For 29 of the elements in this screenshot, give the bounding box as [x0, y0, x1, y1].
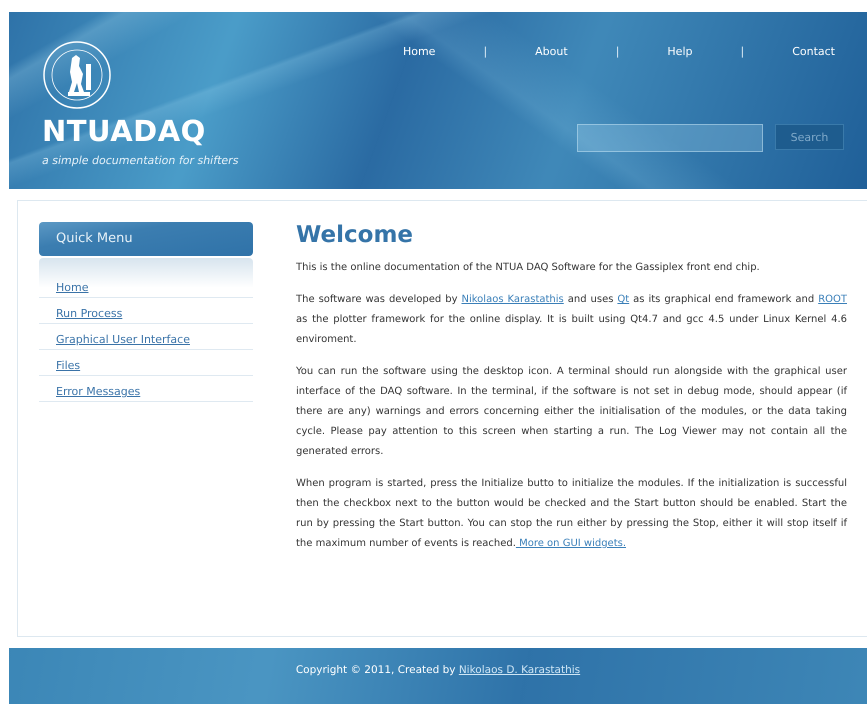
nav-link[interactable]: About [535, 45, 568, 58]
nav-separator: | [740, 45, 744, 58]
sidebar-link[interactable]: Error Messages [56, 385, 140, 398]
sidebar-link[interactable]: Graphical User Interface [56, 333, 190, 346]
search-field[interactable] [577, 124, 763, 152]
nav-separator: | [483, 45, 488, 58]
search-button[interactable]: Search [775, 124, 844, 150]
paragraph: This is the online documentation of the NTUA DAQ Software for the Gassiplex front end chip. [296, 261, 761, 275]
seal-logo-icon [42, 40, 112, 110]
paragraph: You can run the software using the desktop icon. A terminal should run alongside with the graphical user interface of the DAQ software. In the terminal, if the software is not set in debug mode, should appear (if there are any) warnings and errors concerning either the initialisation of the modules, or the data taking cycle. Please pay attention to this screen when starting a run. The Log Viewer may not contain all the generated errors. [296, 365, 847, 459]
sidebar-link[interactable]: Files [56, 359, 80, 372]
paragraph: The software was developed by Nikolaos Karastathis and uses Qt as its graphical end framework and ROOT as the plotter framework for the online display. It is built using Qt4.7 and gcc 4.5 under Linux Kernel 4.6 enviroment. [296, 293, 847, 347]
paragraph: When program is started, press the Initialize butto to initialize the modules. If the initialization is successful then the checkbox next to the button would be checked and the Start button should be enabled. Start the run by pressing the Start button. You can stop the run either by pressing the Stop, either it will stop itself if the maximum number of events is reached. More on GUI widgets. [296, 477, 847, 551]
text-link[interactable]: ROOT [818, 294, 847, 305]
nav-link[interactable]: Contact [792, 45, 835, 58]
text-link[interactable]: More on GUI widgets. [516, 538, 626, 549]
site-title: NTUADAQ [42, 114, 207, 148]
sidebar-link[interactable]: Run Process [56, 307, 122, 320]
quick-menu-header: Quick Menu [39, 222, 253, 256]
author-link[interactable]: Nikolaos D. Karastathis [458, 664, 580, 676]
nav-link[interactable]: Help [667, 45, 692, 58]
text-link[interactable]: Nikolaos Karastathis [461, 294, 564, 305]
nav-link[interactable]: Home [402, 45, 436, 58]
site-tagline: a simple documentation for shifters [42, 154, 238, 167]
sidebar-link[interactable]: Home [56, 281, 88, 294]
nav-separator: | [616, 45, 620, 58]
text-link[interactable]: Qt [617, 294, 630, 305]
page-heading: Welcome [296, 222, 414, 248]
copyright-text: Copyright © 2011, Created by Nikolaos D. Karastathis [296, 664, 580, 678]
